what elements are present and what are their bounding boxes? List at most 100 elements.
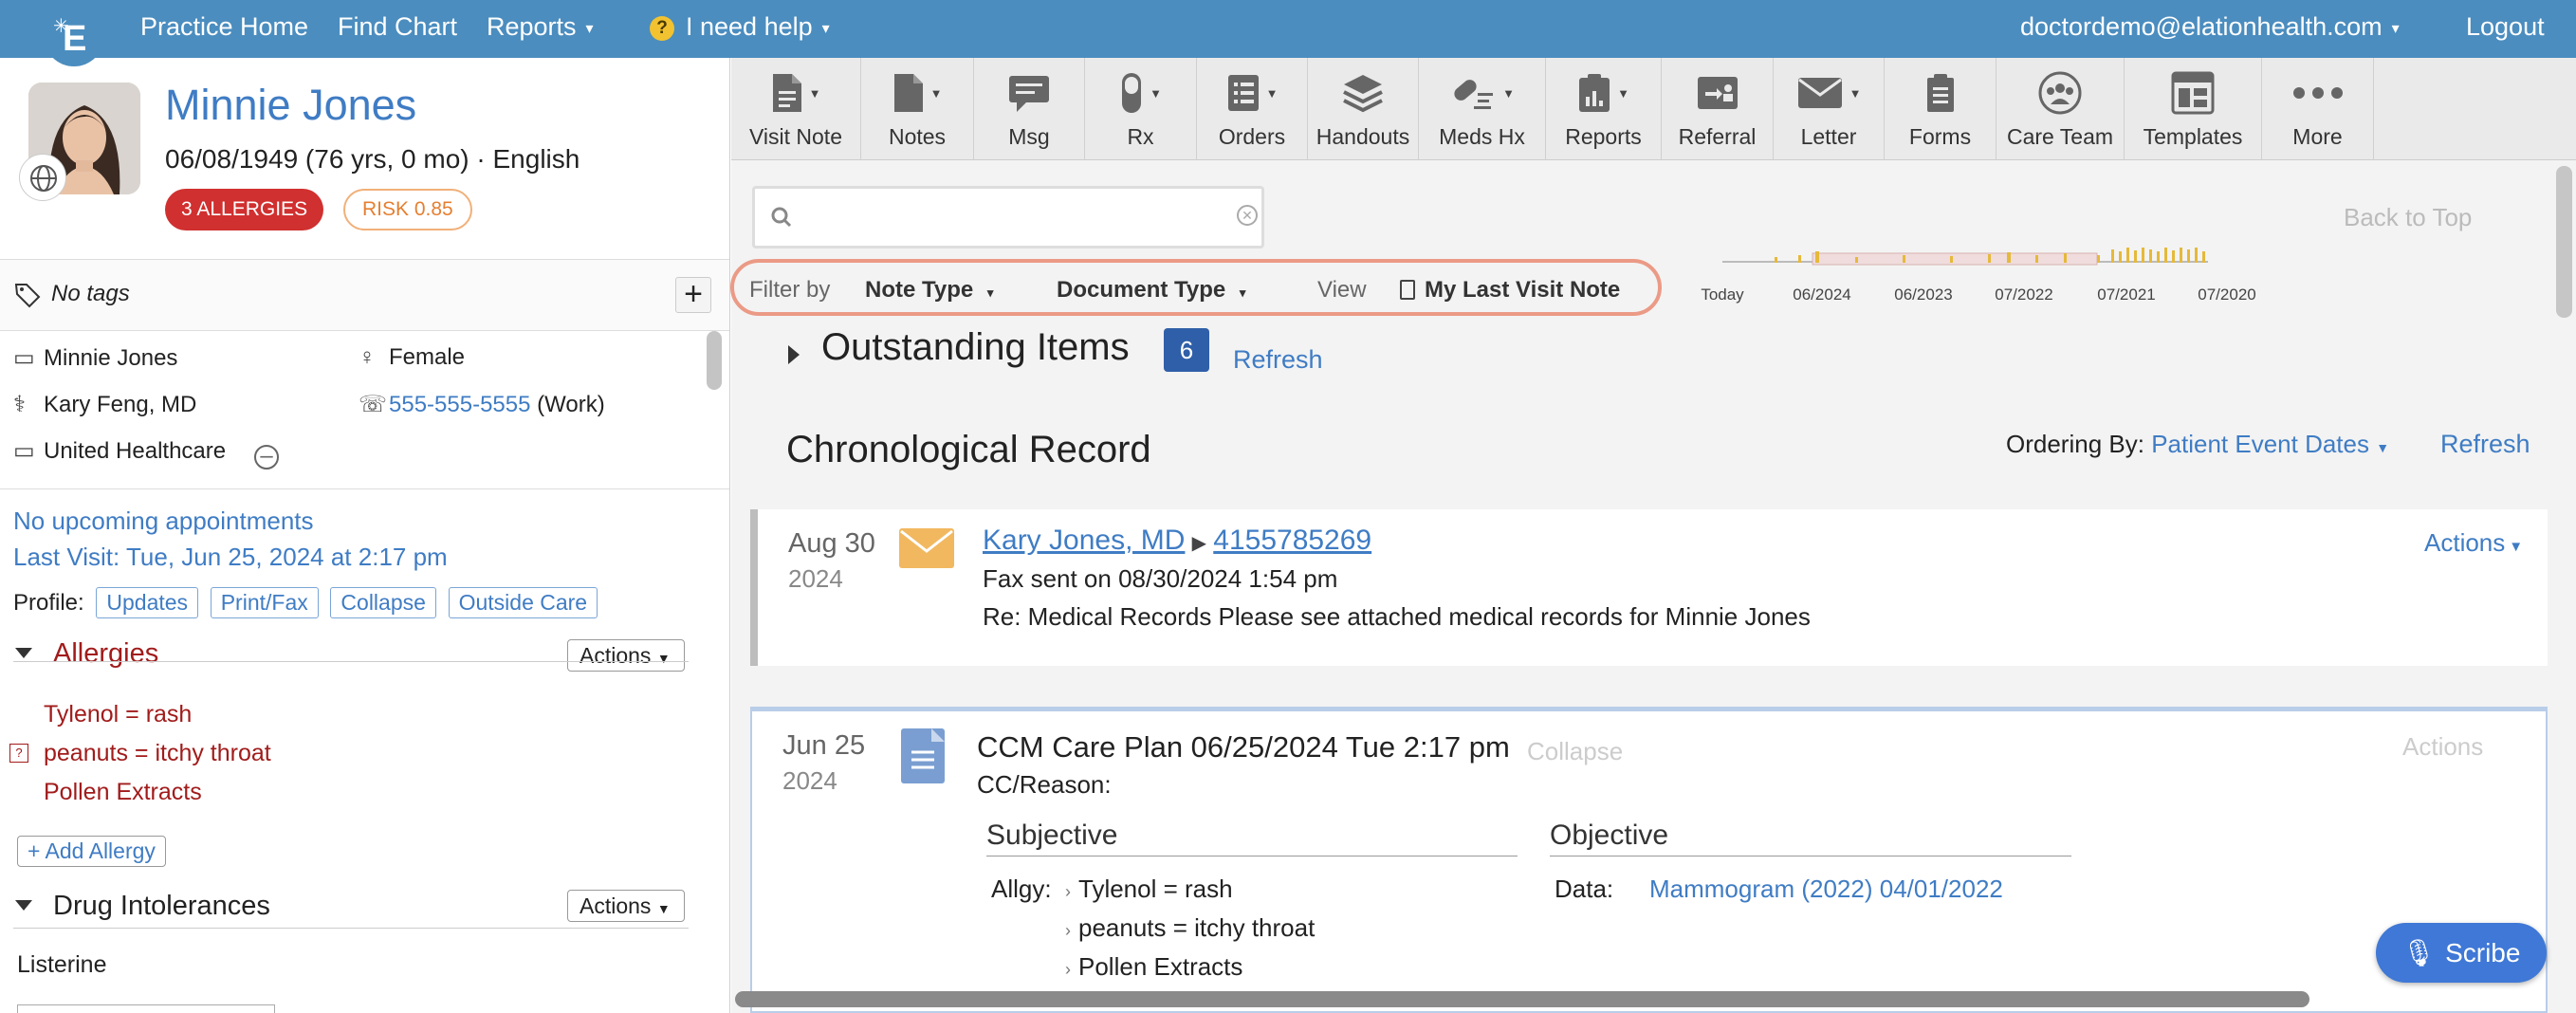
chevron-down-icon: ▾ <box>986 285 994 300</box>
info-gender-value: Female <box>389 344 466 370</box>
my-last-visit-note-button[interactable]: My Last Visit Note <box>1400 277 1620 304</box>
outstanding-refresh-link[interactable]: Refresh <box>1233 345 1323 375</box>
sidebar-scrollbar[interactable] <box>707 331 722 390</box>
back-to-top-link[interactable]: Back to Top <box>2344 203 2472 232</box>
toolbar-orders-button[interactable]: ▼ Orders <box>1197 58 1308 160</box>
last-visit[interactable]: Last Visit: Tue, Jun 25, 2024 at 2:17 pm <box>13 543 448 572</box>
ordering-by: Ordering By: Patient Event Dates ▼ <box>2006 430 2389 459</box>
nav-practice-home[interactable]: Practice Home <box>140 12 308 42</box>
toolbar-handouts-button[interactable]: Handouts <box>1308 58 1419 160</box>
chronological-refresh-link[interactable]: Refresh <box>2440 430 2530 459</box>
toolbar-label: Care Team <box>2006 124 2114 149</box>
toolbar-letter-button[interactable]: ▼ Letter <box>1774 58 1885 160</box>
timeline-tick: Today <box>1701 285 1744 304</box>
allgy-label: Allgy: <box>991 875 1052 903</box>
allergy-item[interactable]: Pollen Extracts <box>44 779 202 806</box>
chevron-down-icon: ▾ <box>1239 285 1246 300</box>
toolbar-visit-note-button[interactable]: ▼ Visit Note <box>731 58 861 160</box>
allergies-actions-button[interactable]: Actions ▼ <box>567 639 685 672</box>
record-title[interactable]: CCM Care Plan 06/25/2024 Tue 2:17 pm <box>977 730 1510 764</box>
allergy-item[interactable]: Tylenol = rash <box>44 701 192 728</box>
profile-row: Profile: Updates Print/Fax Collapse Outs… <box>13 587 598 618</box>
mammogram-link[interactable]: Mammogram (2022) 04/01/2022 <box>1649 875 2003 904</box>
elation-logo[interactable]: ✳ E <box>44 6 104 66</box>
ordering-dropdown[interactable]: Patient Event Dates ▼ <box>2151 430 2389 458</box>
profile-collapse-button[interactable]: Collapse <box>330 587 436 618</box>
fax-to-link[interactable]: 4155785269 <box>1213 525 1371 556</box>
toolbar-msg-button[interactable]: Msg <box>974 58 1085 160</box>
toolbar-notes-button[interactable]: ▼ Notes <box>861 58 974 160</box>
toolbar-label: Rx <box>1127 124 1154 149</box>
scribe-button[interactable]: 🎙 Scribe <box>2376 923 2547 983</box>
toolbar-label: Referral <box>1678 124 1757 149</box>
toolbar-label: Orders <box>1218 124 1286 149</box>
nav-reports[interactable]: Reports ▾ <box>487 12 594 42</box>
document-type-label: Document Type <box>1057 277 1226 303</box>
toolbar-more-button[interactable]: More <box>2262 58 2374 160</box>
insurance-card-icon: ▭ <box>13 438 35 464</box>
allergies-title: Allergies <box>53 638 159 669</box>
divider <box>13 661 689 662</box>
timeline[interactable]: Today 06/2024 06/2023 07/2022 07/2021 07… <box>1701 181 2348 304</box>
note-type-dropdown[interactable]: Note Type ▾ <box>865 277 993 304</box>
vertical-scrollbar[interactable] <box>2556 166 2572 318</box>
document-icon <box>901 728 945 783</box>
clear-search-icon[interactable]: ✕ <box>1237 205 1258 226</box>
record-actions-button[interactable]: Actions <box>2402 732 2483 762</box>
info-name-value: Minnie Jones <box>44 345 178 371</box>
profile-printfax-button[interactable]: Print/Fax <box>210 587 319 618</box>
drug-intolerances-actions-button[interactable]: Actions ▼ <box>567 890 685 922</box>
female-icon: ♀ <box>359 344 376 370</box>
toolbar-forms-button[interactable]: Forms <box>1885 58 1996 160</box>
visit-note-icon: ▼ <box>731 69 860 117</box>
toolbar-referral-button[interactable]: Referral <box>1662 58 1774 160</box>
search-box[interactable]: ✕ <box>752 186 1264 249</box>
nav-help[interactable]: ? I need help ▾ <box>650 12 830 42</box>
remove-insurance-icon[interactable]: – <box>254 445 280 470</box>
timeline-tick: 07/2021 <box>2097 285 2156 304</box>
truncated-input[interactable] <box>17 1004 275 1013</box>
drug-intolerances-header[interactable]: Drug Intolerances <box>15 891 270 922</box>
profile-outside-care-button[interactable]: Outside Care <box>448 587 598 618</box>
info-provider-value: Kary Feng, MD <box>44 392 197 417</box>
view-label: View <box>1317 277 1367 303</box>
upcoming-appointments[interactable]: No upcoming appointments <box>13 506 314 536</box>
phone-link[interactable]: 555-555-5555 <box>389 392 530 417</box>
profile-updates-button[interactable]: Updates <box>96 587 199 618</box>
logout-link[interactable]: Logout <box>2466 12 2545 42</box>
globe-icon[interactable] <box>19 154 66 201</box>
allgy-item: › peanuts = itchy throat <box>1065 913 1315 943</box>
fax-from-link[interactable]: Kary Jones, MD <box>983 525 1185 556</box>
chevron-right-icon: › <box>1065 921 1071 940</box>
record-card[interactable]: Aug 30 2024 Kary Jones, MD ▶ 4155785269 … <box>750 509 2548 666</box>
toolbar-care-team-button[interactable]: Care Team <box>1996 58 2125 160</box>
risk-badge[interactable]: RISK 0.85 <box>343 189 472 230</box>
add-tag-button[interactable]: + <box>675 277 711 313</box>
allergies-header[interactable]: Allergies <box>15 638 158 670</box>
fax-route: Kary Jones, MD ▶ 4155785269 <box>983 525 1371 557</box>
allergies-badge[interactable]: 3 ALLERGIES <box>165 189 324 230</box>
chevron-down-icon: ▾ <box>821 20 830 37</box>
patient-name[interactable]: Minnie Jones <box>165 81 416 130</box>
allergy-warning-icon: ? <box>9 744 28 763</box>
search-input[interactable] <box>802 198 1210 236</box>
add-allergy-button[interactable]: + Add Allergy <box>17 836 166 867</box>
record-date: Aug 30 <box>788 528 875 559</box>
record-actions-button[interactable]: Actions ▼ <box>2424 528 2523 558</box>
toolbar-reports-button[interactable]: ▼ Reports <box>1546 58 1662 160</box>
nav-find-chart[interactable]: Find Chart <box>338 12 457 42</box>
stethoscope-icon: ⚕ <box>13 392 26 417</box>
allergy-item[interactable]: peanuts = itchy throat <box>44 740 271 767</box>
expand-triangle-icon[interactable] <box>788 345 800 364</box>
toolbar-meds-hx-button[interactable]: ▼ Meds Hx <box>1419 58 1546 160</box>
drug-intolerance-item[interactable]: Listerine <box>17 951 107 979</box>
record-card[interactable]: Jun 25 2024 CCM Care Plan 06/25/2024 Tue… <box>750 707 2548 1013</box>
collapse-link[interactable]: Collapse <box>1527 737 1623 766</box>
document-type-dropdown[interactable]: Document Type ▾ <box>1057 277 1245 304</box>
user-menu[interactable]: doctordemo@elationhealth.com ▾ <box>2020 12 2400 42</box>
ordering-value: Patient Event Dates <box>2151 430 2369 458</box>
toolbar-rx-button[interactable]: ▼ Rx <box>1085 58 1197 160</box>
toolbar-templates-button[interactable]: Templates <box>2125 58 2262 160</box>
outstanding-items-title[interactable]: Outstanding Items <box>821 326 1130 369</box>
horizontal-scrollbar[interactable] <box>735 991 2309 1007</box>
